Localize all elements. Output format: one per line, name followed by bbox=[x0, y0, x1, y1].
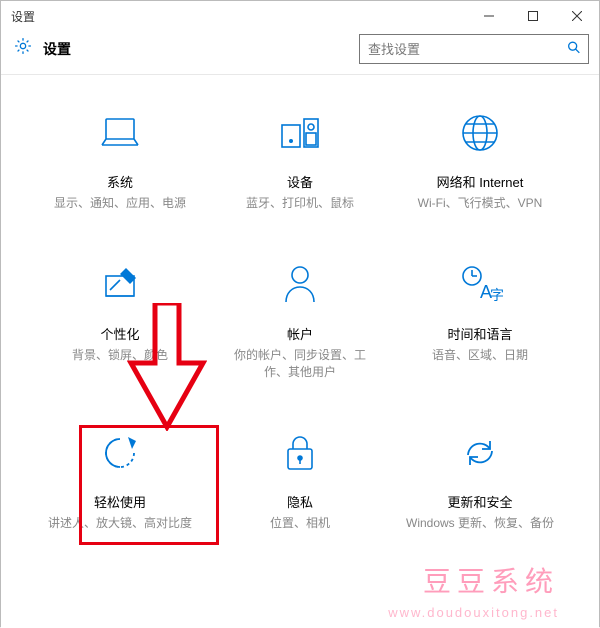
globe-icon bbox=[458, 111, 502, 160]
update-icon bbox=[458, 431, 502, 480]
maximize-button[interactable] bbox=[511, 1, 555, 31]
paint-icon bbox=[98, 264, 142, 309]
tile-accounts[interactable]: 帐户 你的帐户、同步设置、工作、其他用户 bbox=[220, 262, 380, 381]
svg-text:字: 字 bbox=[490, 287, 504, 303]
tile-desc: 讲述人、放大镜、高对比度 bbox=[40, 515, 200, 532]
window-controls bbox=[467, 1, 599, 31]
tile-title: 隐私 bbox=[220, 492, 380, 511]
laptop-icon bbox=[96, 113, 144, 158]
search-icon bbox=[566, 39, 582, 58]
tile-desc: 显示、通知、应用、电源 bbox=[40, 195, 200, 212]
close-button[interactable] bbox=[555, 1, 599, 31]
tile-title: 时间和语言 bbox=[400, 324, 560, 343]
tile-desc: 位置、相机 bbox=[220, 515, 380, 532]
app-toolbar: 设置 查找设置 bbox=[1, 31, 599, 75]
gear-icon bbox=[13, 36, 33, 61]
tile-update-security[interactable]: 更新和安全 Windows 更新、恢复、备份 bbox=[400, 430, 560, 532]
tile-title: 更新和安全 bbox=[400, 492, 560, 511]
person-icon bbox=[280, 262, 320, 311]
tile-title: 设备 bbox=[220, 172, 380, 191]
tile-title: 系统 bbox=[40, 172, 200, 191]
minimize-button[interactable] bbox=[467, 1, 511, 31]
time-language-icon: A 字 bbox=[456, 262, 504, 311]
tile-time-language[interactable]: A 字 时间和语言 语音、区域、日期 bbox=[400, 262, 560, 381]
search-placeholder: 查找设置 bbox=[368, 39, 420, 58]
tile-privacy[interactable]: 隐私 位置、相机 bbox=[220, 430, 380, 532]
lock-icon bbox=[282, 431, 318, 480]
watermark-text: 豆豆系统 bbox=[423, 560, 559, 600]
tile-title: 帐户 bbox=[220, 324, 380, 343]
tile-desc: 语音、区域、日期 bbox=[400, 347, 560, 364]
devices-icon bbox=[276, 113, 324, 158]
app-title: 设置 bbox=[43, 39, 359, 59]
tile-desc: 蓝牙、打印机、鼠标 bbox=[220, 195, 380, 212]
tile-desc: Wi-Fi、飞行模式、VPN bbox=[400, 195, 560, 212]
tile-devices[interactable]: 设备 蓝牙、打印机、鼠标 bbox=[220, 110, 380, 212]
tile-ease-of-access[interactable]: 轻松使用 讲述人、放大镜、高对比度 bbox=[40, 430, 200, 532]
settings-grid: 系统 显示、通知、应用、电源 设备 蓝牙、打印机、鼠标 网络和 Internet… bbox=[1, 110, 599, 532]
watermark-url: www.doudouxitong.net bbox=[388, 605, 559, 620]
tile-title: 轻松使用 bbox=[40, 492, 200, 511]
tile-desc: Windows 更新、恢复、备份 bbox=[400, 515, 560, 532]
search-input[interactable]: 查找设置 bbox=[359, 34, 589, 64]
tile-personalization[interactable]: 个性化 背景、锁屏、颜色 bbox=[40, 262, 200, 381]
settings-home: 系统 显示、通知、应用、电源 设备 蓝牙、打印机、鼠标 网络和 Internet… bbox=[1, 75, 599, 628]
tile-title: 个性化 bbox=[40, 324, 200, 343]
tile-title: 网络和 Internet bbox=[400, 172, 560, 191]
tile-desc: 背景、锁屏、颜色 bbox=[40, 347, 200, 364]
tile-system[interactable]: 系统 显示、通知、应用、电源 bbox=[40, 110, 200, 212]
tile-network[interactable]: 网络和 Internet Wi-Fi、飞行模式、VPN bbox=[400, 110, 560, 212]
window-titlebar: 设置 bbox=[1, 1, 599, 31]
window-title: 设置 bbox=[11, 8, 467, 25]
ease-of-access-icon bbox=[98, 431, 142, 480]
tile-desc: 你的帐户、同步设置、工作、其他用户 bbox=[220, 347, 380, 381]
